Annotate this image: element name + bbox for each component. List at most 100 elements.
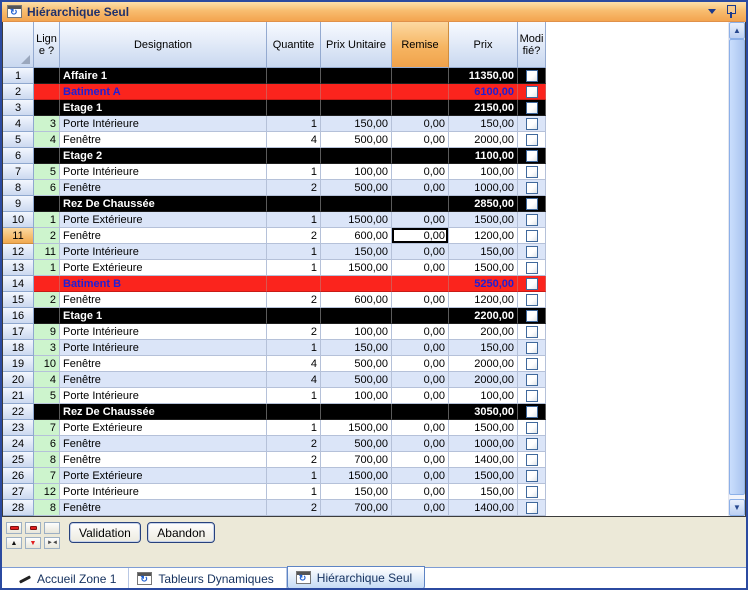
cell-prix[interactable]: 100,00 [449, 388, 518, 404]
modifie-checkbox[interactable] [526, 406, 538, 418]
row-header[interactable]: 19 [3, 356, 34, 372]
group-band-cell[interactable] [321, 308, 392, 324]
row-header[interactable]: 20 [3, 372, 34, 388]
row-header[interactable]: 6 [3, 148, 34, 164]
collapse-arrows-icon[interactable]: ►◄ [44, 537, 60, 549]
group-band-cell[interactable] [392, 100, 449, 116]
row-header[interactable]: 15 [3, 292, 34, 308]
modifie-checkbox[interactable] [526, 390, 538, 402]
cell-prix[interactable]: 1500,00 [449, 420, 518, 436]
row-header[interactable]: 25 [3, 452, 34, 468]
modifie-checkbox[interactable] [526, 294, 538, 306]
tab-tableurs-dynamiques[interactable]: Tableurs Dynamiques [129, 568, 286, 589]
down-triangle-icon[interactable]: ▼ [25, 537, 41, 549]
column-header-prix_unitaire[interactable]: Prix Unitaire [321, 22, 392, 68]
group-prix-total[interactable]: 5250,00 [449, 276, 518, 292]
cell-remise[interactable]: 0,00 [392, 132, 449, 148]
cell-remise[interactable]: 0,00 [392, 116, 449, 132]
row-header[interactable]: 24 [3, 436, 34, 452]
cell-designation[interactable]: Fenêtre [60, 356, 267, 372]
cell-prix-unitaire[interactable]: 1500,00 [321, 420, 392, 436]
cell-prix-unitaire[interactable]: 600,00 [321, 228, 392, 244]
cell-prix[interactable]: 1400,00 [449, 452, 518, 468]
row-header[interactable]: 18 [3, 340, 34, 356]
row-header[interactable]: 5 [3, 132, 34, 148]
group-band-cell[interactable] [392, 196, 449, 212]
cell-ligne[interactable]: 2 [34, 292, 60, 308]
cell-designation[interactable]: Fenêtre [60, 452, 267, 468]
group-band-cell[interactable] [34, 84, 60, 100]
cell-designation[interactable]: Fenêtre [60, 372, 267, 388]
group-band-cell[interactable] [392, 404, 449, 420]
scroll-down-button[interactable]: ▼ [729, 499, 745, 516]
modifie-checkbox[interactable] [526, 86, 538, 98]
cell-quantite[interactable]: 2 [267, 500, 321, 516]
scroll-up-button[interactable]: ▲ [729, 22, 745, 39]
group-band-cell[interactable] [267, 404, 321, 420]
group-prix-total[interactable]: 2150,00 [449, 100, 518, 116]
cell-prix[interactable]: 100,00 [449, 164, 518, 180]
column-header-designation[interactable]: Designation [60, 22, 267, 68]
cell-designation[interactable]: Fenêtre [60, 292, 267, 308]
cell-prix[interactable]: 1500,00 [449, 260, 518, 276]
cell-prix-unitaire[interactable]: 100,00 [321, 164, 392, 180]
modifie-checkbox[interactable] [526, 182, 538, 194]
row-header[interactable]: 3 [3, 100, 34, 116]
cell-remise[interactable]: 0,00 [392, 356, 449, 372]
cell-ligne[interactable]: 9 [34, 324, 60, 340]
cell-prix-unitaire[interactable]: 150,00 [321, 340, 392, 356]
cell-remise[interactable]: 0,00 [392, 468, 449, 484]
cell-quantite[interactable]: 1 [267, 244, 321, 260]
group-designation[interactable]: Batiment B [60, 276, 267, 292]
cell-quantite[interactable]: 4 [267, 372, 321, 388]
group-prix-total[interactable]: 1100,00 [449, 148, 518, 164]
cell-quantite[interactable]: 1 [267, 388, 321, 404]
cell-prix[interactable]: 2000,00 [449, 132, 518, 148]
cell-designation[interactable]: Porte Extérieure [60, 212, 267, 228]
group-designation[interactable]: Rez De Chaussée [60, 404, 267, 420]
group-band-cell[interactable] [392, 84, 449, 100]
row-header[interactable]: 27 [3, 484, 34, 500]
cell-ligne[interactable]: 1 [34, 212, 60, 228]
modifie-checkbox[interactable] [526, 502, 538, 514]
cell-quantite[interactable]: 1 [267, 260, 321, 276]
modifie-checkbox[interactable] [526, 438, 538, 450]
cell-remise[interactable]: 0,00 [392, 292, 449, 308]
group-band-cell[interactable] [34, 276, 60, 292]
cell-quantite[interactable]: 1 [267, 340, 321, 356]
cell-remise[interactable]: 0,00 [392, 260, 449, 276]
cell-ligne[interactable]: 7 [34, 468, 60, 484]
group-band-cell[interactable] [34, 68, 60, 84]
group-band-cell[interactable] [321, 84, 392, 100]
cell-designation[interactable]: Porte Intérieure [60, 484, 267, 500]
cell-prix[interactable]: 2000,00 [449, 356, 518, 372]
modifie-checkbox[interactable] [526, 230, 538, 242]
group-band-cell[interactable] [267, 196, 321, 212]
tab-accueil-zone-1[interactable]: Accueil Zone 1 [10, 568, 129, 589]
modifie-checkbox[interactable] [526, 358, 538, 370]
cell-remise[interactable]: 0,00 [392, 180, 449, 196]
cell-ligne[interactable]: 5 [34, 388, 60, 404]
group-prix-total[interactable]: 11350,00 [449, 68, 518, 84]
cell-prix-unitaire[interactable]: 1500,00 [321, 468, 392, 484]
column-header-quantite[interactable]: Quantite [267, 22, 321, 68]
cell-remise[interactable]: 0,00 [392, 372, 449, 388]
cell-ligne[interactable]: 4 [34, 132, 60, 148]
cell-remise[interactable]: 0,00 [392, 212, 449, 228]
cell-remise[interactable]: 0,00 [392, 452, 449, 468]
scrollbar-track[interactable] [729, 39, 745, 499]
red-bar-small-icon[interactable] [25, 522, 41, 534]
cell-remise[interactable]: 0,00 [392, 164, 449, 180]
cell-remise[interactable]: 0,00 [392, 324, 449, 340]
group-prix-total[interactable]: 2850,00 [449, 196, 518, 212]
group-band-cell[interactable] [34, 196, 60, 212]
cell-quantite[interactable]: 2 [267, 436, 321, 452]
cell-prix[interactable]: 1200,00 [449, 228, 518, 244]
modifie-checkbox[interactable] [526, 198, 538, 210]
group-band-cell[interactable] [34, 404, 60, 420]
group-band-cell[interactable] [321, 148, 392, 164]
modifie-checkbox[interactable] [526, 118, 538, 130]
cell-prix[interactable]: 1000,00 [449, 180, 518, 196]
group-band-cell[interactable] [321, 404, 392, 420]
cell-ligne[interactable]: 5 [34, 164, 60, 180]
